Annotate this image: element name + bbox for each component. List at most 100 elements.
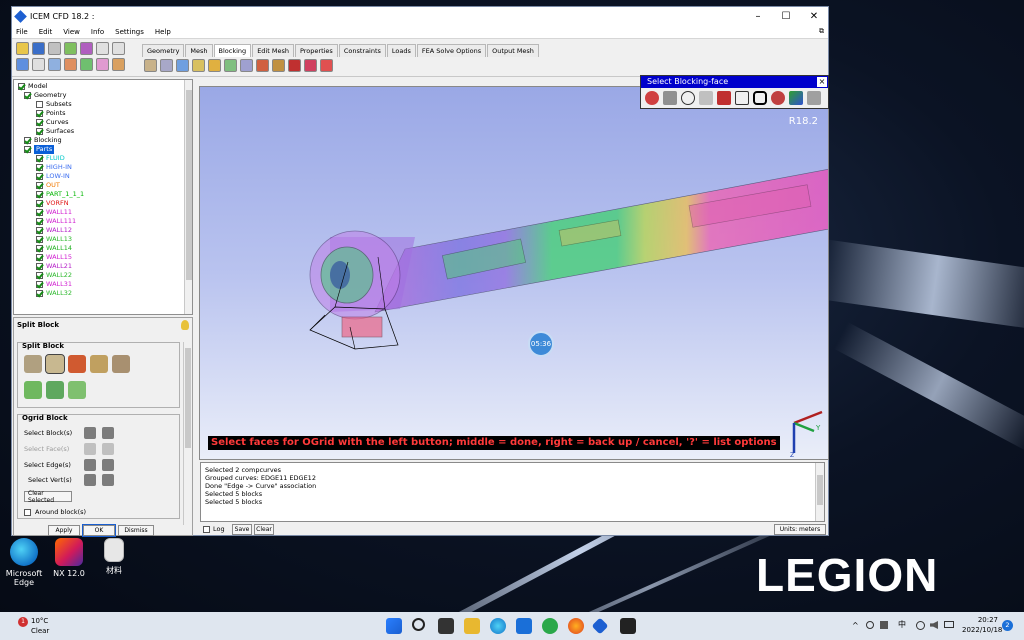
create-block-icon[interactable] — [144, 59, 157, 72]
tree-item[interactable]: Blocking — [24, 136, 62, 145]
split-prism-icon[interactable] — [46, 381, 64, 399]
split-o-icon[interactable] — [68, 381, 86, 399]
edit-edge-icon[interactable] — [256, 59, 269, 72]
close-button[interactable]: ✕ — [800, 11, 828, 22]
select-verts-all-icon[interactable] — [102, 474, 114, 486]
tree-checkbox[interactable] — [36, 254, 43, 261]
select-faces-all-icon[interactable] — [102, 443, 114, 455]
message-log[interactable]: Selected 2 compcurves Grouped curves: ED… — [200, 462, 825, 522]
tree-checkbox[interactable] — [36, 218, 43, 225]
tree-item[interactable]: WALL32 — [36, 289, 72, 298]
tree-item[interactable]: FLUID — [36, 154, 65, 163]
globe-icon[interactable] — [916, 621, 925, 630]
tree-item[interactable]: HIGH-IN — [36, 163, 72, 172]
tree-checkbox[interactable] — [36, 101, 43, 108]
tab-mesh[interactable]: Mesh — [185, 44, 213, 57]
transform-blocks-icon[interactable] — [240, 59, 253, 72]
tree-checkbox[interactable] — [36, 245, 43, 252]
menu-edit[interactable]: Edit — [39, 28, 53, 36]
select-faces-icon[interactable] — [789, 91, 803, 105]
tray-chevron-icon[interactable]: ^ — [852, 621, 859, 630]
move-vertex-icon[interactable] — [224, 59, 237, 72]
tree-checkbox[interactable] — [36, 236, 43, 243]
split-block-icon[interactable] — [24, 355, 42, 373]
icem-taskbar-icon[interactable] — [591, 617, 609, 635]
tree-item[interactable]: WALL13 — [36, 235, 72, 244]
start-windows-icon[interactable] — [386, 618, 402, 634]
minimize-button[interactable]: – — [744, 11, 772, 22]
task-view-icon[interactable] — [438, 618, 454, 634]
tab-loads[interactable]: Loads — [386, 44, 416, 57]
split-block-icon[interactable] — [160, 59, 173, 72]
menu-file[interactable]: File — [16, 28, 28, 36]
tree-item[interactable]: WALL31 — [36, 280, 72, 289]
menu-help[interactable]: Help — [155, 28, 171, 36]
open-icon[interactable] — [16, 42, 29, 55]
tab-edit-mesh[interactable]: Edit Mesh — [252, 44, 294, 57]
tree-checkbox[interactable] — [36, 272, 43, 279]
tree-checkbox[interactable] — [36, 155, 43, 162]
ogrid-block-icon[interactable] — [45, 354, 65, 374]
tree-item[interactable]: WALL22 — [36, 271, 72, 280]
tree-checkbox[interactable] — [18, 83, 25, 90]
tree-checkbox[interactable] — [24, 92, 31, 99]
tree-item[interactable]: VORFN — [36, 199, 69, 208]
tree-item[interactable]: LOW-IN — [36, 172, 70, 181]
tree-checkbox[interactable] — [36, 209, 43, 216]
title-bar[interactable]: ICEM CFD 18.2 : – ☐ ✕ — [12, 7, 828, 25]
tree-item[interactable]: WALL111 — [36, 217, 76, 226]
tree-checkbox[interactable] — [36, 182, 43, 189]
clear-log-button[interactable]: Clear — [254, 524, 274, 535]
store-icon[interactable] — [516, 618, 532, 634]
settings-icon[interactable] — [112, 58, 125, 71]
split-free-icon[interactable] — [112, 355, 130, 373]
circle-select-icon[interactable] — [681, 91, 695, 105]
box-select-icon[interactable] — [735, 91, 749, 105]
edit-block-icon[interactable] — [192, 59, 205, 72]
apply-button[interactable]: Apply — [48, 525, 80, 536]
wireframe-icon[interactable] — [80, 58, 93, 71]
desktop-icon-pdf[interactable]: 材料 — [90, 538, 138, 576]
tree-item[interactable]: Surfaces — [36, 127, 74, 136]
extrude-icon[interactable] — [304, 59, 317, 72]
mesh-icon[interactable] — [80, 42, 93, 55]
clear-selected-button[interactable]: Clear Selected — [24, 490, 72, 504]
split-face-icon[interactable] — [90, 355, 108, 373]
select-edges-icon[interactable] — [84, 459, 96, 471]
print-icon[interactable] — [48, 42, 61, 55]
menu-view[interactable]: View — [63, 28, 80, 36]
select-verts-icon[interactable] — [84, 474, 96, 486]
tree-item[interactable]: OUT — [36, 181, 60, 190]
tree-checkbox[interactable] — [24, 137, 31, 144]
tab-geometry[interactable]: Geometry — [142, 44, 185, 57]
tree-item[interactable]: WALL21 — [36, 262, 72, 271]
desktop-icon-edge[interactable]: Microsoft Edge — [0, 538, 48, 587]
ok-button[interactable]: OK — [82, 524, 116, 537]
tree-item[interactable]: WALL12 — [36, 226, 72, 235]
select-blocks-all-icon[interactable] — [102, 427, 114, 439]
pre-mesh-params-icon[interactable] — [272, 59, 285, 72]
distance-icon[interactable] — [64, 58, 77, 71]
weather-alert-icon[interactable]: 1 — [18, 617, 28, 627]
dismiss-button[interactable]: Dismiss — [118, 525, 154, 536]
fit-window-icon[interactable] — [16, 58, 29, 71]
tree-checkbox[interactable] — [36, 290, 43, 297]
redo-icon[interactable] — [112, 42, 125, 55]
tree-checkbox[interactable] — [36, 119, 43, 126]
tree-item[interactable]: Parts — [24, 145, 55, 154]
tree-checkbox[interactable] — [36, 227, 43, 234]
tree-item[interactable]: Geometry — [24, 91, 66, 100]
volume-icon[interactable] — [930, 621, 938, 629]
edge-taskbar-icon[interactable] — [490, 618, 506, 634]
tree-checkbox[interactable] — [36, 164, 43, 171]
tab-properties[interactable]: Properties — [294, 44, 338, 57]
around-blocks-checkbox[interactable]: Around block(s) — [24, 508, 86, 516]
ime-indicator[interactable]: 中 — [898, 619, 906, 630]
tree-checkbox[interactable] — [36, 128, 43, 135]
tab-output-mesh[interactable]: Output Mesh — [487, 44, 539, 57]
quality-icon[interactable] — [288, 59, 301, 72]
tree-item[interactable]: Points — [36, 109, 66, 118]
zoom-icon[interactable] — [32, 58, 45, 71]
select-visible-icon[interactable] — [663, 91, 677, 105]
tree-item[interactable]: WALL15 — [36, 253, 72, 262]
